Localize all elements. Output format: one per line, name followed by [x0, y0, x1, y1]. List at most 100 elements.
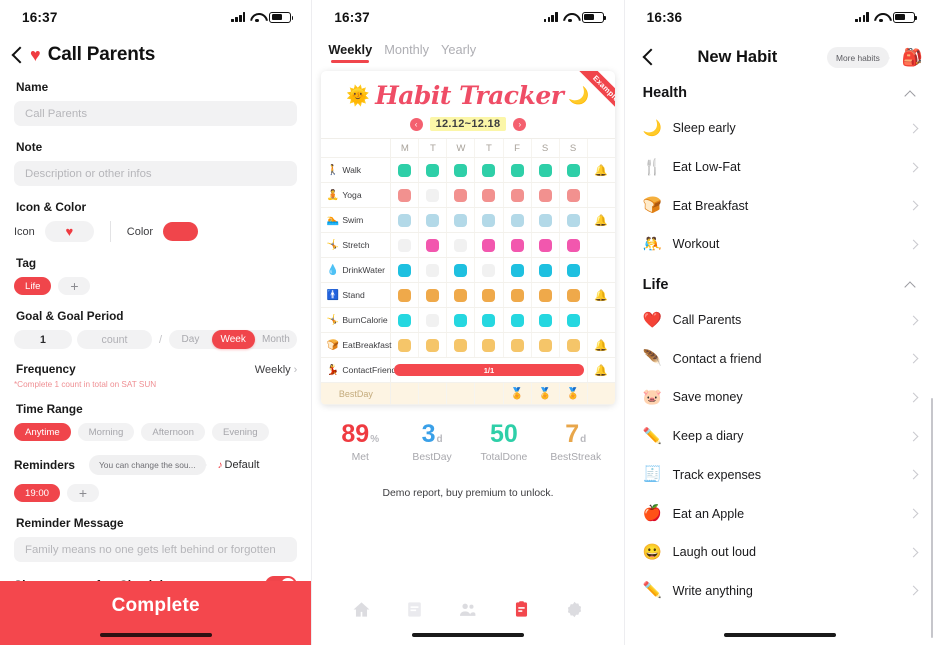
check-dot[interactable]	[482, 263, 496, 277]
grid-cell[interactable]	[475, 308, 504, 332]
grid-cell[interactable]	[532, 258, 560, 282]
grid-cell[interactable]	[475, 333, 504, 357]
period-option-day[interactable]: Day	[169, 330, 212, 349]
check-dot[interactable]	[426, 338, 440, 352]
next-week-button[interactable]: ›	[513, 117, 527, 131]
habit-list-item[interactable]: 🤼 Workout	[625, 225, 935, 264]
icon-picker-button[interactable]: ♥	[44, 221, 94, 242]
check-dot[interactable]	[426, 238, 440, 252]
frequency-value[interactable]: Weekly ›	[255, 364, 298, 376]
grid-cell[interactable]	[419, 183, 448, 207]
grid-cell[interactable]	[447, 183, 476, 207]
name-input[interactable]: Call Parents	[14, 101, 298, 126]
goal-count-input[interactable]: 1	[14, 330, 72, 349]
check-dot[interactable]	[426, 213, 440, 227]
grid-cell[interactable]	[560, 308, 588, 332]
check-dot[interactable]	[398, 338, 412, 352]
time-range-morning[interactable]: Morning	[77, 423, 135, 441]
grid-cell[interactable]	[532, 283, 560, 307]
chevron-right-icon[interactable]	[910, 241, 917, 248]
check-dot[interactable]	[426, 313, 440, 327]
habit-list-item[interactable]: 🍴 Eat Low-Fat	[625, 148, 935, 187]
grid-cell[interactable]	[475, 258, 504, 282]
check-dot[interactable]	[426, 163, 440, 177]
complete-button[interactable]: Complete	[0, 581, 312, 645]
habit-list-item[interactable]: 🐷 Save money	[625, 378, 935, 417]
check-dot[interactable]	[482, 188, 496, 202]
grid-cell[interactable]	[504, 208, 532, 232]
backpack-icon[interactable]: 🎒	[902, 48, 923, 68]
grid-cell[interactable]	[447, 283, 476, 307]
grid-cell[interactable]	[447, 258, 476, 282]
grid-cell[interactable]	[560, 158, 588, 182]
grid-cell[interactable]	[475, 233, 504, 257]
grid-cell[interactable]	[560, 183, 588, 207]
grid-cell[interactable]	[532, 208, 560, 232]
grid-cell[interactable]	[419, 158, 448, 182]
grid-cell[interactable]	[419, 308, 448, 332]
gear-icon[interactable]	[564, 598, 586, 620]
tab-weekly[interactable]: Weekly	[328, 42, 372, 64]
goal-unit-select[interactable]: count	[77, 330, 152, 349]
grid-cell[interactable]	[504, 233, 532, 257]
check-dot[interactable]	[454, 163, 468, 177]
check-dot[interactable]	[510, 263, 524, 277]
reminder-message-input[interactable]: Family means no one gets left behind or …	[14, 537, 298, 562]
grid-cell[interactable]	[419, 283, 448, 307]
grid-cell[interactable]	[419, 208, 448, 232]
check-dot[interactable]	[454, 213, 468, 227]
habit-list-item[interactable]: ✏️ Keep a diary	[625, 417, 935, 456]
grid-cell[interactable]	[504, 333, 532, 357]
grid-cell[interactable]	[391, 308, 420, 332]
grid-cell[interactable]	[532, 183, 560, 207]
tab-yearly[interactable]: Yearly	[441, 42, 476, 64]
grid-cell[interactable]	[504, 183, 532, 207]
check-dot[interactable]	[398, 288, 412, 302]
check-dot[interactable]	[482, 213, 496, 227]
check-dot[interactable]	[398, 188, 412, 202]
grid-cell[interactable]	[447, 333, 476, 357]
habit-list-item[interactable]: 🍞 Eat Breakfast	[625, 186, 935, 225]
check-dot[interactable]	[538, 238, 552, 252]
tab-monthly[interactable]: Monthly	[384, 42, 429, 64]
chevron-right-icon[interactable]	[910, 394, 917, 401]
check-dot[interactable]	[566, 313, 580, 327]
grid-cell[interactable]	[532, 158, 560, 182]
habit-list-item[interactable]: 😀 Laugh out loud	[625, 533, 935, 572]
habit-list-item[interactable]: 🧾 Track expenses	[625, 456, 935, 495]
grid-cell[interactable]	[447, 308, 476, 332]
back-icon[interactable]	[643, 48, 654, 67]
grid-cell[interactable]	[447, 158, 476, 182]
grid-cell[interactable]	[475, 158, 504, 182]
add-tag-button[interactable]: +	[58, 277, 91, 295]
chevron-right-icon[interactable]	[910, 587, 917, 594]
check-dot[interactable]	[454, 238, 468, 252]
check-dot[interactable]	[426, 288, 440, 302]
grid-cell[interactable]	[391, 183, 420, 207]
grid-cell[interactable]	[419, 233, 448, 257]
check-dot[interactable]	[482, 313, 496, 327]
check-dot[interactable]	[454, 288, 468, 302]
grid-cell[interactable]	[391, 283, 420, 307]
grid-cell[interactable]	[560, 208, 588, 232]
grid-cell[interactable]	[391, 158, 420, 182]
check-dot[interactable]	[482, 238, 496, 252]
grid-cell[interactable]	[391, 258, 420, 282]
check-dot[interactable]	[398, 263, 412, 277]
check-dot[interactable]	[482, 288, 496, 302]
prev-week-button[interactable]: ‹	[409, 117, 423, 131]
grid-cell[interactable]	[532, 308, 560, 332]
check-dot[interactable]	[510, 188, 524, 202]
habit-list-item[interactable]: 🌙 Sleep early	[625, 109, 935, 148]
check-dot[interactable]	[510, 313, 524, 327]
period-option-month[interactable]: Month	[255, 330, 298, 349]
back-icon[interactable]	[12, 46, 23, 65]
check-dot[interactable]	[426, 188, 440, 202]
chevron-right-icon[interactable]	[910, 433, 917, 440]
note-icon[interactable]	[404, 598, 426, 620]
check-dot[interactable]	[566, 213, 580, 227]
grid-cell[interactable]	[560, 233, 588, 257]
chevron-up-icon[interactable]	[906, 90, 917, 97]
add-reminder-button[interactable]: +	[67, 484, 100, 502]
check-dot[interactable]	[538, 288, 552, 302]
